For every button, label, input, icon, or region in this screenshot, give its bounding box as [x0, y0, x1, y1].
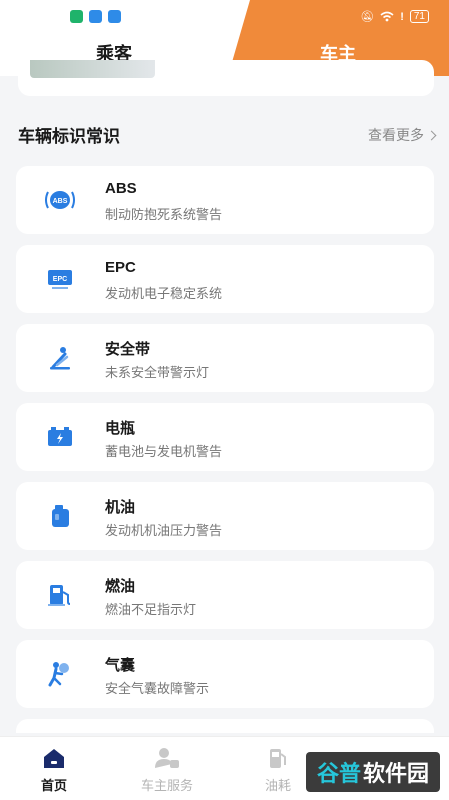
- item-name: 燃油: [105, 578, 136, 595]
- list-item[interactable]: 安全带 未系安全带警示灯: [16, 324, 434, 392]
- watermark-part1: 谷普: [316, 761, 361, 786]
- item-desc: 燃油不足指示灯: [105, 602, 197, 617]
- status-bar-right: 🔕︎ ! 71: [360, 10, 429, 23]
- oil-icon: [44, 502, 76, 530]
- home-icon: [44, 749, 64, 768]
- alert-icon: !: [400, 10, 404, 23]
- status-bar-left: [70, 10, 121, 23]
- item-name: 气囊: [105, 657, 136, 674]
- item-desc: 发动机机油压力警告: [105, 523, 223, 538]
- nav-service[interactable]: 车主服务: [127, 747, 207, 794]
- list-item[interactable]: 机油 发动机机油压力警告: [16, 482, 434, 550]
- list-item[interactable]: EPC EPC 发动机电子稳定系统: [16, 245, 434, 313]
- item-name: ABS: [105, 180, 137, 197]
- previous-card[interactable]: [18, 60, 434, 96]
- list-item[interactable]: 燃油 燃油不足指示灯: [16, 561, 434, 629]
- watermark-logo: 谷普 软件园: [306, 752, 440, 792]
- fuel-icon: [44, 581, 76, 609]
- list-item[interactable]: [16, 719, 434, 733]
- message-notification-icon: [108, 10, 121, 23]
- see-more-link[interactable]: 查看更多: [368, 125, 437, 145]
- nav-home[interactable]: 首页: [14, 747, 94, 794]
- item-desc: 未系安全带警示灯: [105, 365, 210, 380]
- indicator-list: ABS ABS 制动防抱死系统警告 EPC EPC 发动机电子稳定系统 安全带 …: [16, 166, 434, 733]
- nav-fuel-label: 油耗: [264, 778, 291, 793]
- item-desc: 发动机电子稳定系统: [105, 286, 223, 301]
- svg-text:EPC: EPC: [53, 276, 67, 283]
- item-desc: 制动防抱死系统警告: [105, 207, 223, 222]
- abs-icon: ABS: [44, 186, 76, 214]
- fuel-pump-icon: [270, 749, 286, 768]
- watermark-part2: 软件园: [363, 761, 430, 786]
- mute-icon: 🔕︎: [360, 11, 375, 23]
- section-title: 车辆标识常识: [18, 127, 120, 146]
- app-notification-icon: [70, 10, 83, 23]
- item-name: 机油: [105, 499, 136, 516]
- user-service-icon: [155, 748, 179, 768]
- card-image: [30, 60, 155, 78]
- item-name: EPC: [105, 259, 136, 276]
- list-item[interactable]: ABS ABS 制动防抱死系统警告: [16, 166, 434, 234]
- item-desc: 安全气囊故障警示: [105, 681, 210, 696]
- airbag-icon: [44, 660, 76, 688]
- list-item[interactable]: 气囊 安全气囊故障警示: [16, 640, 434, 708]
- battery-level: 71: [409, 10, 429, 23]
- svg-text:ABS: ABS: [53, 198, 68, 205]
- wifi-icon: [380, 11, 394, 22]
- battery-icon: [44, 423, 76, 451]
- item-name: 安全带: [105, 341, 151, 358]
- item-name: 电瓶: [105, 420, 136, 437]
- nav-home-label: 首页: [40, 778, 67, 793]
- list-item[interactable]: 电瓶 蓄电池与发电机警告: [16, 403, 434, 471]
- nav-service-label: 车主服务: [140, 778, 193, 793]
- cloud-notification-icon: [89, 10, 102, 23]
- seatbelt-icon: [44, 344, 76, 372]
- chevron-right-icon: [426, 130, 437, 140]
- epc-icon: EPC: [44, 265, 76, 293]
- see-more-label: 查看更多: [368, 127, 424, 143]
- item-desc: 蓄电池与发电机警告: [105, 444, 223, 459]
